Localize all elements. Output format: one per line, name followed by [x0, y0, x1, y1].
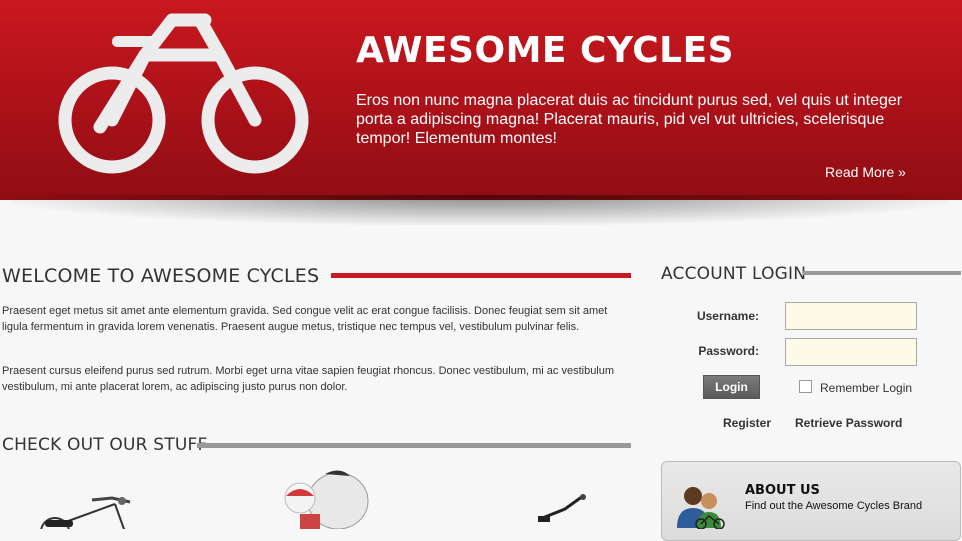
password-field[interactable]	[785, 338, 917, 366]
stuff-heading: CHECK OUT OUR STUFF	[2, 435, 208, 455]
people-icon	[677, 487, 725, 529]
username-field[interactable]	[785, 302, 917, 330]
login-divider	[803, 271, 961, 275]
login-heading: ACCOUNT LOGIN	[661, 264, 807, 284]
banner-text: Eros non nunc magna placerat duis ac tin…	[356, 92, 903, 147]
bicycle-icon	[58, 13, 309, 174]
password-label: Password:	[698, 344, 759, 358]
read-more-link[interactable]: Read More »	[825, 164, 906, 180]
welcome-heading: WELCOME TO AWESOME CYCLES	[2, 265, 320, 287]
about-us-title: ABOUT US	[745, 483, 820, 498]
login-button[interactable]: Login	[703, 375, 760, 399]
about-us-text: Find out the Awesome Cycles Brand	[745, 500, 923, 512]
remember-login-checkbox[interactable]	[799, 380, 812, 393]
stuff-divider	[197, 443, 631, 448]
hero-banner: AWESOME CYCLES Eros non nunc magna place…	[0, 0, 962, 200]
retrieve-password-link[interactable]: Retrieve Password	[795, 416, 902, 430]
bike-thumbnail-2[interactable]	[535, 494, 595, 529]
banner-title: AWESOME CYCLES	[356, 30, 735, 71]
rider-thumbnail[interactable]	[270, 466, 380, 529]
remember-login-label[interactable]: Remember Login	[820, 381, 912, 395]
register-link[interactable]: Register	[723, 416, 771, 430]
welcome-divider	[331, 273, 631, 278]
username-label: Username:	[696, 309, 759, 323]
bike-thumbnail-1[interactable]	[40, 492, 140, 529]
welcome-paragraph-1: Praesent eget metus sit amet ante elemen…	[2, 305, 608, 333]
welcome-paragraph-2: Praesent cursus eleifend purus sed rutru…	[2, 365, 615, 393]
banner-shadow	[10, 195, 950, 225]
